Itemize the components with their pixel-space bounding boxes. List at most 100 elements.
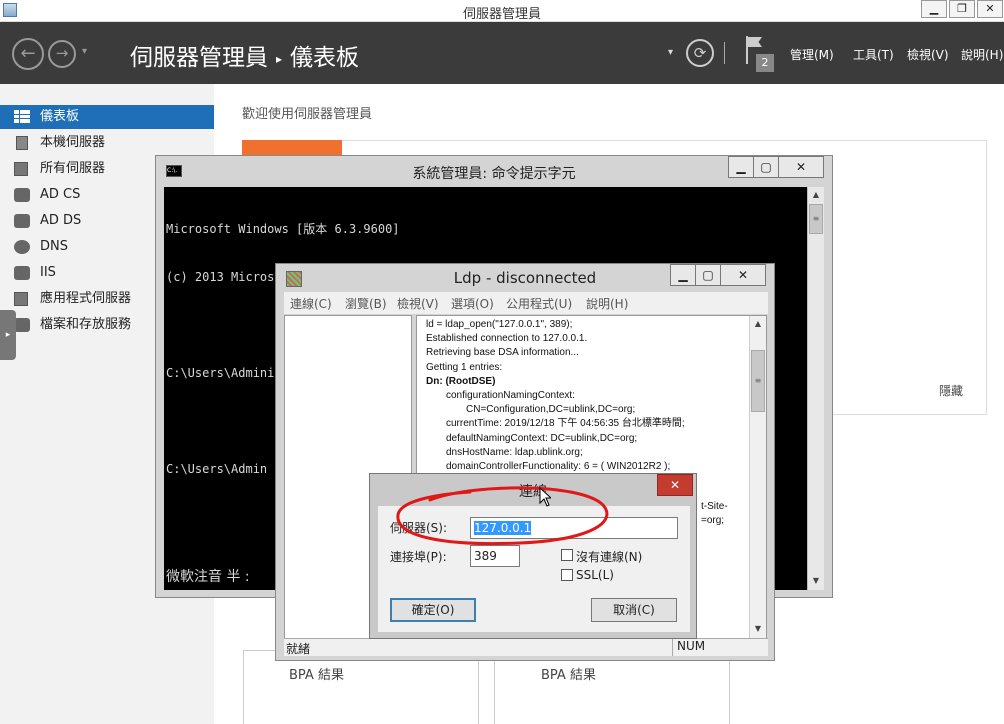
ldp-numlock-indicator: NUM <box>672 639 736 656</box>
welcome-heading: 歡迎使用伺服器管理員 <box>242 107 373 122</box>
ldp-statusbar: 就緒 NUM <box>284 638 768 656</box>
ldp-output-partial-line: =org; <box>701 515 725 526</box>
connectionless-label: 沒有連線(N) <box>576 550 643 564</box>
maximize-button[interactable]: ❐ <box>949 0 975 18</box>
sidebar-item-local-server[interactable]: 本機伺服器 <box>0 131 214 155</box>
connect-dialog-body: 伺服器(S): 127.0.0.1 連接埠(P): 389 沒有連線(N) SS… <box>378 506 690 632</box>
ldp-output-partial-line: t-Site- <box>701 501 728 512</box>
window-title: 伺服器管理員 <box>462 7 541 22</box>
scroll-down-icon[interactable]: ▼ <box>808 573 824 589</box>
cmd-scroll-thumb[interactable]: ≡ <box>809 204 823 234</box>
ldp-output-line: defaultNamingContext: DC=ublink,DC=org; <box>446 432 638 444</box>
forward-icon[interactable]: → <box>48 40 76 68</box>
mouse-cursor-icon <box>539 487 551 507</box>
ldp-scrollbar[interactable]: ▲ ≡ ▼ <box>749 316 766 639</box>
cmd-ime-status: 微軟注音 半 : <box>166 569 250 585</box>
ldp-output-partial: t-Site- =org; <box>701 500 728 528</box>
sidebar-item-label: 所有伺服器 <box>40 161 106 176</box>
ldp-menubar: 連線(C) 瀏覽(B) 檢視(V) 選項(O) 公用程式(U) 說明(H) <box>284 292 768 314</box>
scroll-up-icon[interactable]: ▲ <box>808 187 824 203</box>
breadcrumb-root[interactable]: 伺服器管理員 <box>130 45 268 71</box>
ssl-checkbox[interactable] <box>561 569 573 581</box>
iis-icon <box>14 266 30 280</box>
scroll-up-icon[interactable]: ▲ <box>750 316 766 332</box>
sidebar-item-label: AD CS <box>40 187 81 202</box>
sidebar-item-label: 本機伺服器 <box>40 135 106 150</box>
cmd-maximize-button[interactable]: ▢ <box>753 156 779 178</box>
port-label: 連接埠(P): <box>390 550 447 564</box>
cmd-titlebar[interactable]: C:\. 系統管理員: 命令提示字元 ▁ ▢ ✕ <box>156 156 832 186</box>
ldp-minimize-button[interactable]: ▁ <box>670 264 696 286</box>
close-button[interactable]: ✕ <box>977 0 1003 18</box>
breadcrumb-current: 儀表板 <box>290 45 360 71</box>
adds-icon <box>14 214 30 228</box>
port-input[interactable]: 389 <box>470 545 520 567</box>
scroll-down-icon[interactable]: ▼ <box>750 621 766 637</box>
sidebar-item-label: DNS <box>40 239 68 254</box>
connect-dialog-close-button[interactable]: ✕ <box>657 474 693 496</box>
header-dropdown-icon[interactable]: ▾ <box>668 47 673 58</box>
ldp-scroll-thumb[interactable]: ≡ <box>751 350 765 412</box>
sidebar-item-label: 檔案和存放服務 <box>40 317 132 332</box>
server-manager-titlebar: 伺服器管理員 ▁ ❐ ✕ <box>0 0 1004 22</box>
breadcrumb-separator-icon: ▸ <box>276 51 283 66</box>
ldp-menu-browse[interactable]: 瀏覽(B) <box>345 295 387 312</box>
ldp-menu-connection[interactable]: 連線(C) <box>290 295 332 312</box>
ldp-output-line: ld = ldap_open("127.0.0.1", 389); <box>426 319 573 330</box>
cmd-scrollbar[interactable]: ▲ ≡ ▼ <box>807 187 824 590</box>
dashboard-icon <box>14 110 30 123</box>
servers-icon <box>14 162 28 176</box>
ldp-output-text: ld = ldap_open("127.0.0.1", 389); Establi… <box>426 318 750 474</box>
connectionless-checkbox[interactable] <box>561 549 573 561</box>
ldp-menu-options[interactable]: 選項(O) <box>451 295 494 312</box>
ldp-menu-help[interactable]: 說明(H) <box>586 295 628 312</box>
ldp-output-line: Established connection to 127.0.0.1. <box>426 333 588 345</box>
sidebar-item-dashboard[interactable]: 儀表板 <box>0 105 214 129</box>
minimize-button[interactable]: ▁ <box>921 0 947 18</box>
server-icon <box>16 136 28 150</box>
header-divider <box>724 42 725 64</box>
refresh-icon[interactable]: ⟳ <box>686 39 714 67</box>
cmd-minimize-button[interactable]: ▁ <box>728 156 754 178</box>
ok-button[interactable]: 確定(O) <box>390 598 476 622</box>
ldp-maximize-button[interactable]: ▢ <box>695 264 721 286</box>
ldp-menu-view[interactable]: 檢視(V) <box>397 295 439 312</box>
back-icon[interactable]: ← <box>12 38 44 70</box>
cancel-button[interactable]: 取消(C) <box>591 598 677 622</box>
ldp-output-line: currentTime: 2019/12/18 下午 04:56:35 台北標準… <box>446 418 685 430</box>
ldp-menu-utilities[interactable]: 公用程式(U) <box>506 295 572 312</box>
server-label: 伺服器(S): <box>390 521 448 535</box>
connect-dialog[interactable]: 連線 ✕ 伺服器(S): 127.0.0.1 連接埠(P): 389 沒有連線(… <box>369 473 697 639</box>
notifications-count-badge: 2 <box>756 54 774 72</box>
tile-bpa-label: BPA 結果 <box>289 668 344 683</box>
menu-view[interactable]: 檢視(V) <box>907 46 949 63</box>
ldp-output-line: domainControllerFunctionality: 6 = ( WIN… <box>446 460 671 472</box>
file-storage-icon <box>14 318 30 332</box>
menu-manage[interactable]: 管理(M) <box>790 46 834 63</box>
ldp-close-button[interactable]: ✕ <box>720 264 766 286</box>
breadcrumb: 伺服器管理員 ▸ 儀表板 <box>130 38 359 72</box>
cmd-close-button[interactable]: ✕ <box>778 156 824 178</box>
dashboard-tile[interactable] <box>243 650 479 724</box>
server-input[interactable]: 127.0.0.1 <box>470 517 678 539</box>
connect-dialog-title: 連線 <box>519 484 547 500</box>
ldp-output-line: Getting 1 entries: <box>426 361 503 373</box>
history-dropdown-icon[interactable]: ▾ <box>82 46 87 57</box>
adcs-icon <box>14 188 30 202</box>
tile-bpa-label: BPA 結果 <box>541 668 596 683</box>
ssl-label: SSL(L) <box>576 568 614 582</box>
sidebar-item-label: AD DS <box>40 213 82 228</box>
app-server-icon <box>14 292 28 306</box>
ldp-status-text: 就緒 <box>286 642 311 656</box>
sidebar-collapse-handle[interactable]: ▸ <box>0 310 16 360</box>
cmd-line: Microsoft Windows [版本 6.3.9600] <box>166 222 400 236</box>
ldp-output-line: configurationNamingContext: <box>446 389 575 401</box>
ldp-output-line: CN=Configuration,DC=ublink,DC=org; <box>466 404 636 416</box>
hide-welcome-link[interactable]: 隱藏 <box>939 382 963 399</box>
dns-icon <box>14 240 30 254</box>
menu-help[interactable]: 說明(H) <box>961 46 1003 63</box>
sidebar-item-label: IIS <box>40 265 56 280</box>
dashboard-tile[interactable] <box>494 650 730 724</box>
server-input-value: 127.0.0.1 <box>474 521 532 535</box>
menu-tools[interactable]: 工具(T) <box>853 46 894 63</box>
